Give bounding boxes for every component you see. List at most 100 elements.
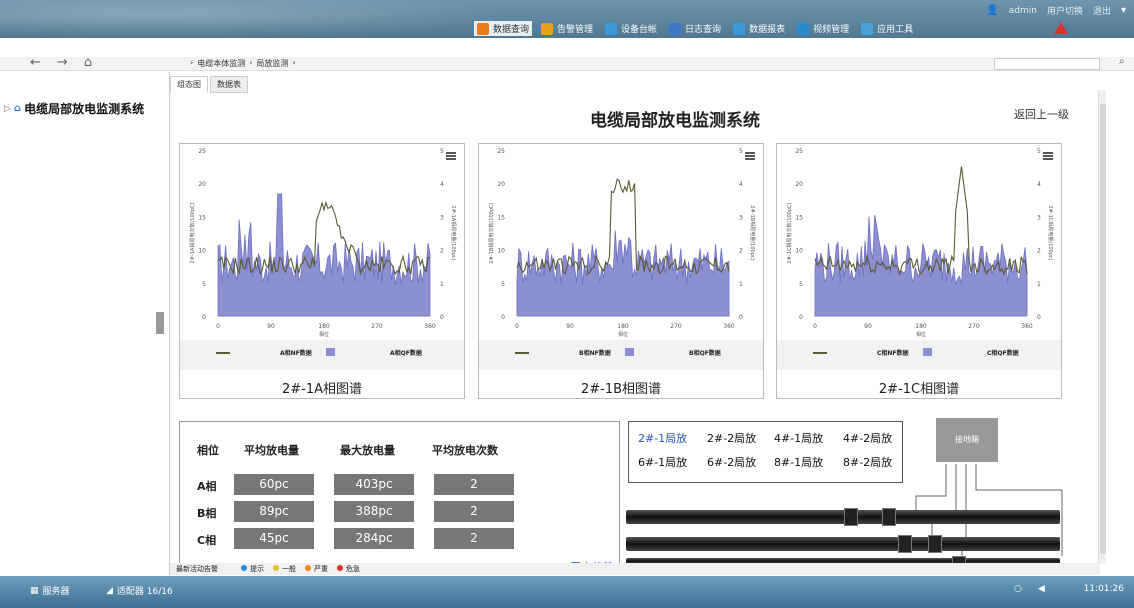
back-arrow-icon[interactable]: ← (30, 55, 41, 70)
nav-item-label: 告警管理 (557, 25, 594, 35)
adapter-status[interactable]: ◢ 适配器 16/16 (106, 584, 173, 598)
alarm-level-normal: 一般 (273, 564, 296, 574)
back-link[interactable]: 返回上一级 (1014, 106, 1069, 122)
chart-panel-a: 0 0 5 1 10 2 15 3 20 4 25 5 0 90 180 270 360 相位 2#-1A相局电次数… (179, 143, 465, 399)
position-4-2[interactable]: 4#-2局放 (843, 430, 892, 446)
qf-area (217, 193, 431, 317)
y-left-tick: 10 (795, 248, 803, 255)
legend-qf-label[interactable]: A相QF数据 (390, 348, 422, 357)
ground-box[interactable]: 接地箱 (936, 418, 998, 462)
chart-menu-icon[interactable] (1043, 152, 1053, 160)
tab-topology[interactable]: 组态图 (170, 76, 208, 93)
scrollbar-thumb[interactable] (1100, 104, 1106, 554)
breadcrumb-item-1[interactable]: 电缆本体监测 (197, 58, 245, 69)
tree-root-node[interactable]: ▷ ⌂ 电缆局部放电监测系统 (4, 100, 144, 117)
y-right-tick: 4 (739, 181, 743, 188)
alarm-level-info: 提示 (241, 564, 264, 574)
nav-item-label: 数据报表 (749, 25, 786, 35)
x-tick: 270 (968, 323, 980, 330)
nav-item[interactable]: 日志查询 (666, 21, 724, 36)
cable-joint[interactable] (928, 535, 942, 553)
chart-legend: B相NF数据 B相QF数据 (479, 340, 763, 370)
nav-item[interactable]: 应用工具 (858, 21, 916, 36)
y-right-tick: 0 (440, 314, 444, 321)
position-2-2[interactable]: 2#-2局放 (707, 430, 756, 446)
user-name: admin (1008, 5, 1037, 16)
nav-item-label: 视频管理 (813, 25, 850, 35)
y-right-tick: 3 (739, 214, 743, 221)
home-icon[interactable]: ⌂ (84, 55, 92, 70)
breadcrumb: › 电缆本体监测 › 局放监测 › (190, 58, 296, 69)
alarm-level-critical: 危急 (337, 564, 360, 574)
vertical-scrollbar[interactable] (1098, 90, 1106, 564)
chart-legend: A相NF数据 A相QF数据 (180, 340, 464, 370)
stats-cell-avg: 89pc (234, 501, 314, 522)
dropdown-icon[interactable]: ▾ (1121, 5, 1126, 16)
y-left-tick: 15 (198, 214, 206, 221)
y-right-tick: 2 (739, 248, 743, 255)
top-banner: 👤 admin 用户切换 退出 ▾ 数据查询 告警管理 设备台帐 日志查询 数据报表 视频… (0, 0, 1134, 38)
nav-item[interactable]: 数据报表 (730, 21, 788, 36)
chart-menu-icon[interactable] (745, 152, 755, 160)
tree-root-label: 电缆局部放电监测系统 (24, 102, 145, 116)
sidebar-collapse-handle[interactable] (156, 312, 164, 334)
tab-data-table[interactable]: 数据表 (210, 76, 248, 93)
x-tick: 360 (1021, 323, 1033, 330)
log-icon (669, 22, 682, 35)
switch-user-link[interactable]: 用户切换 (1047, 4, 1083, 17)
refresh-icon[interactable]: ○ (1014, 584, 1022, 594)
nav-item[interactable]: 设备台帐 (602, 21, 660, 36)
stats-header-max: 最大放电量 (340, 444, 395, 457)
chart-legend: C相NF数据 C相QF数据 (777, 340, 1061, 370)
report-icon (733, 22, 746, 35)
position-2-1[interactable]: 2#-1局放 (638, 430, 687, 446)
expand-icon[interactable]: ▷ (4, 104, 11, 114)
left-tree: ▷ ⌂ 电缆局部放电监测系统 (0, 72, 170, 576)
chart-panel-c: 0 0 5 1 10 2 15 3 20 4 25 5 0 90 180 270 360 相位 2#-1C相局电次数… (776, 143, 1062, 399)
cable-joint[interactable] (844, 508, 858, 526)
warning-icon[interactable] (1054, 22, 1068, 34)
y-right-label: 2#-1B相局电量(100pc) (749, 205, 756, 260)
legend-qf-label[interactable]: C相QF数据 (987, 348, 1019, 357)
legend-nf-label[interactable]: C相NF数据 (877, 348, 909, 357)
x-tick: 90 (267, 323, 275, 330)
legend-nf-label[interactable]: B相NF数据 (579, 348, 611, 357)
stats-row-phase: C相 (197, 534, 217, 547)
forward-arrow-icon[interactable]: → (57, 55, 68, 70)
search-icon[interactable]: ⌕ (1119, 56, 1125, 67)
y-left-tick: 5 (501, 281, 505, 288)
chart-caption: 2#-1B相图谱 (580, 382, 662, 397)
nav-item[interactable]: 数据查询 (474, 21, 533, 36)
page-title: 电缆局部放电监测系统 (590, 111, 760, 131)
y-right-tick: 0 (739, 314, 743, 321)
stats-row-phase: A相 (197, 480, 217, 493)
cable-joint[interactable] (882, 508, 896, 526)
stats-cell-avg: 60pc (234, 474, 314, 495)
chart-caption: 2#-1A相图谱 (281, 382, 363, 397)
y-left-tick: 0 (799, 314, 803, 321)
legend-nf-label[interactable]: A相NF数据 (280, 348, 312, 357)
cable-joint[interactable] (898, 535, 912, 553)
chart-menu-icon[interactable] (446, 152, 456, 160)
position-4-1[interactable]: 4#-1局放 (774, 430, 823, 446)
breadcrumb-item-2[interactable]: 局放监测 (256, 58, 288, 69)
x-tick: 270 (670, 323, 682, 330)
y-left-label: 2#-1B相局电次数(100pC) (488, 203, 495, 264)
banner-decoration (0, 0, 520, 38)
search-input[interactable] (994, 58, 1100, 70)
nav-item[interactable]: 视频管理 (794, 21, 852, 36)
y-left-tick: 10 (198, 248, 206, 255)
legend-qf-label[interactable]: B相QF数据 (689, 348, 721, 357)
main-nav: 数据查询 告警管理 设备台帐 日志查询 数据报表 视频管理 应用工具 (474, 21, 916, 36)
server-status[interactable]: ▦ 服务器 (30, 584, 70, 598)
adapter-icon: ◢ (106, 585, 113, 596)
y-right-tick: 3 (1037, 214, 1041, 221)
y-left-tick: 0 (501, 314, 505, 321)
sound-icon[interactable]: ◀ (1038, 584, 1045, 594)
x-tick: 180 (318, 323, 330, 330)
nav-item[interactable]: 告警管理 (538, 21, 596, 36)
logout-link[interactable]: 退出 (1093, 4, 1111, 17)
legend-nf-marker (813, 352, 827, 354)
y-right-tick: 5 (1037, 148, 1041, 155)
y-right-tick: 2 (440, 248, 444, 255)
